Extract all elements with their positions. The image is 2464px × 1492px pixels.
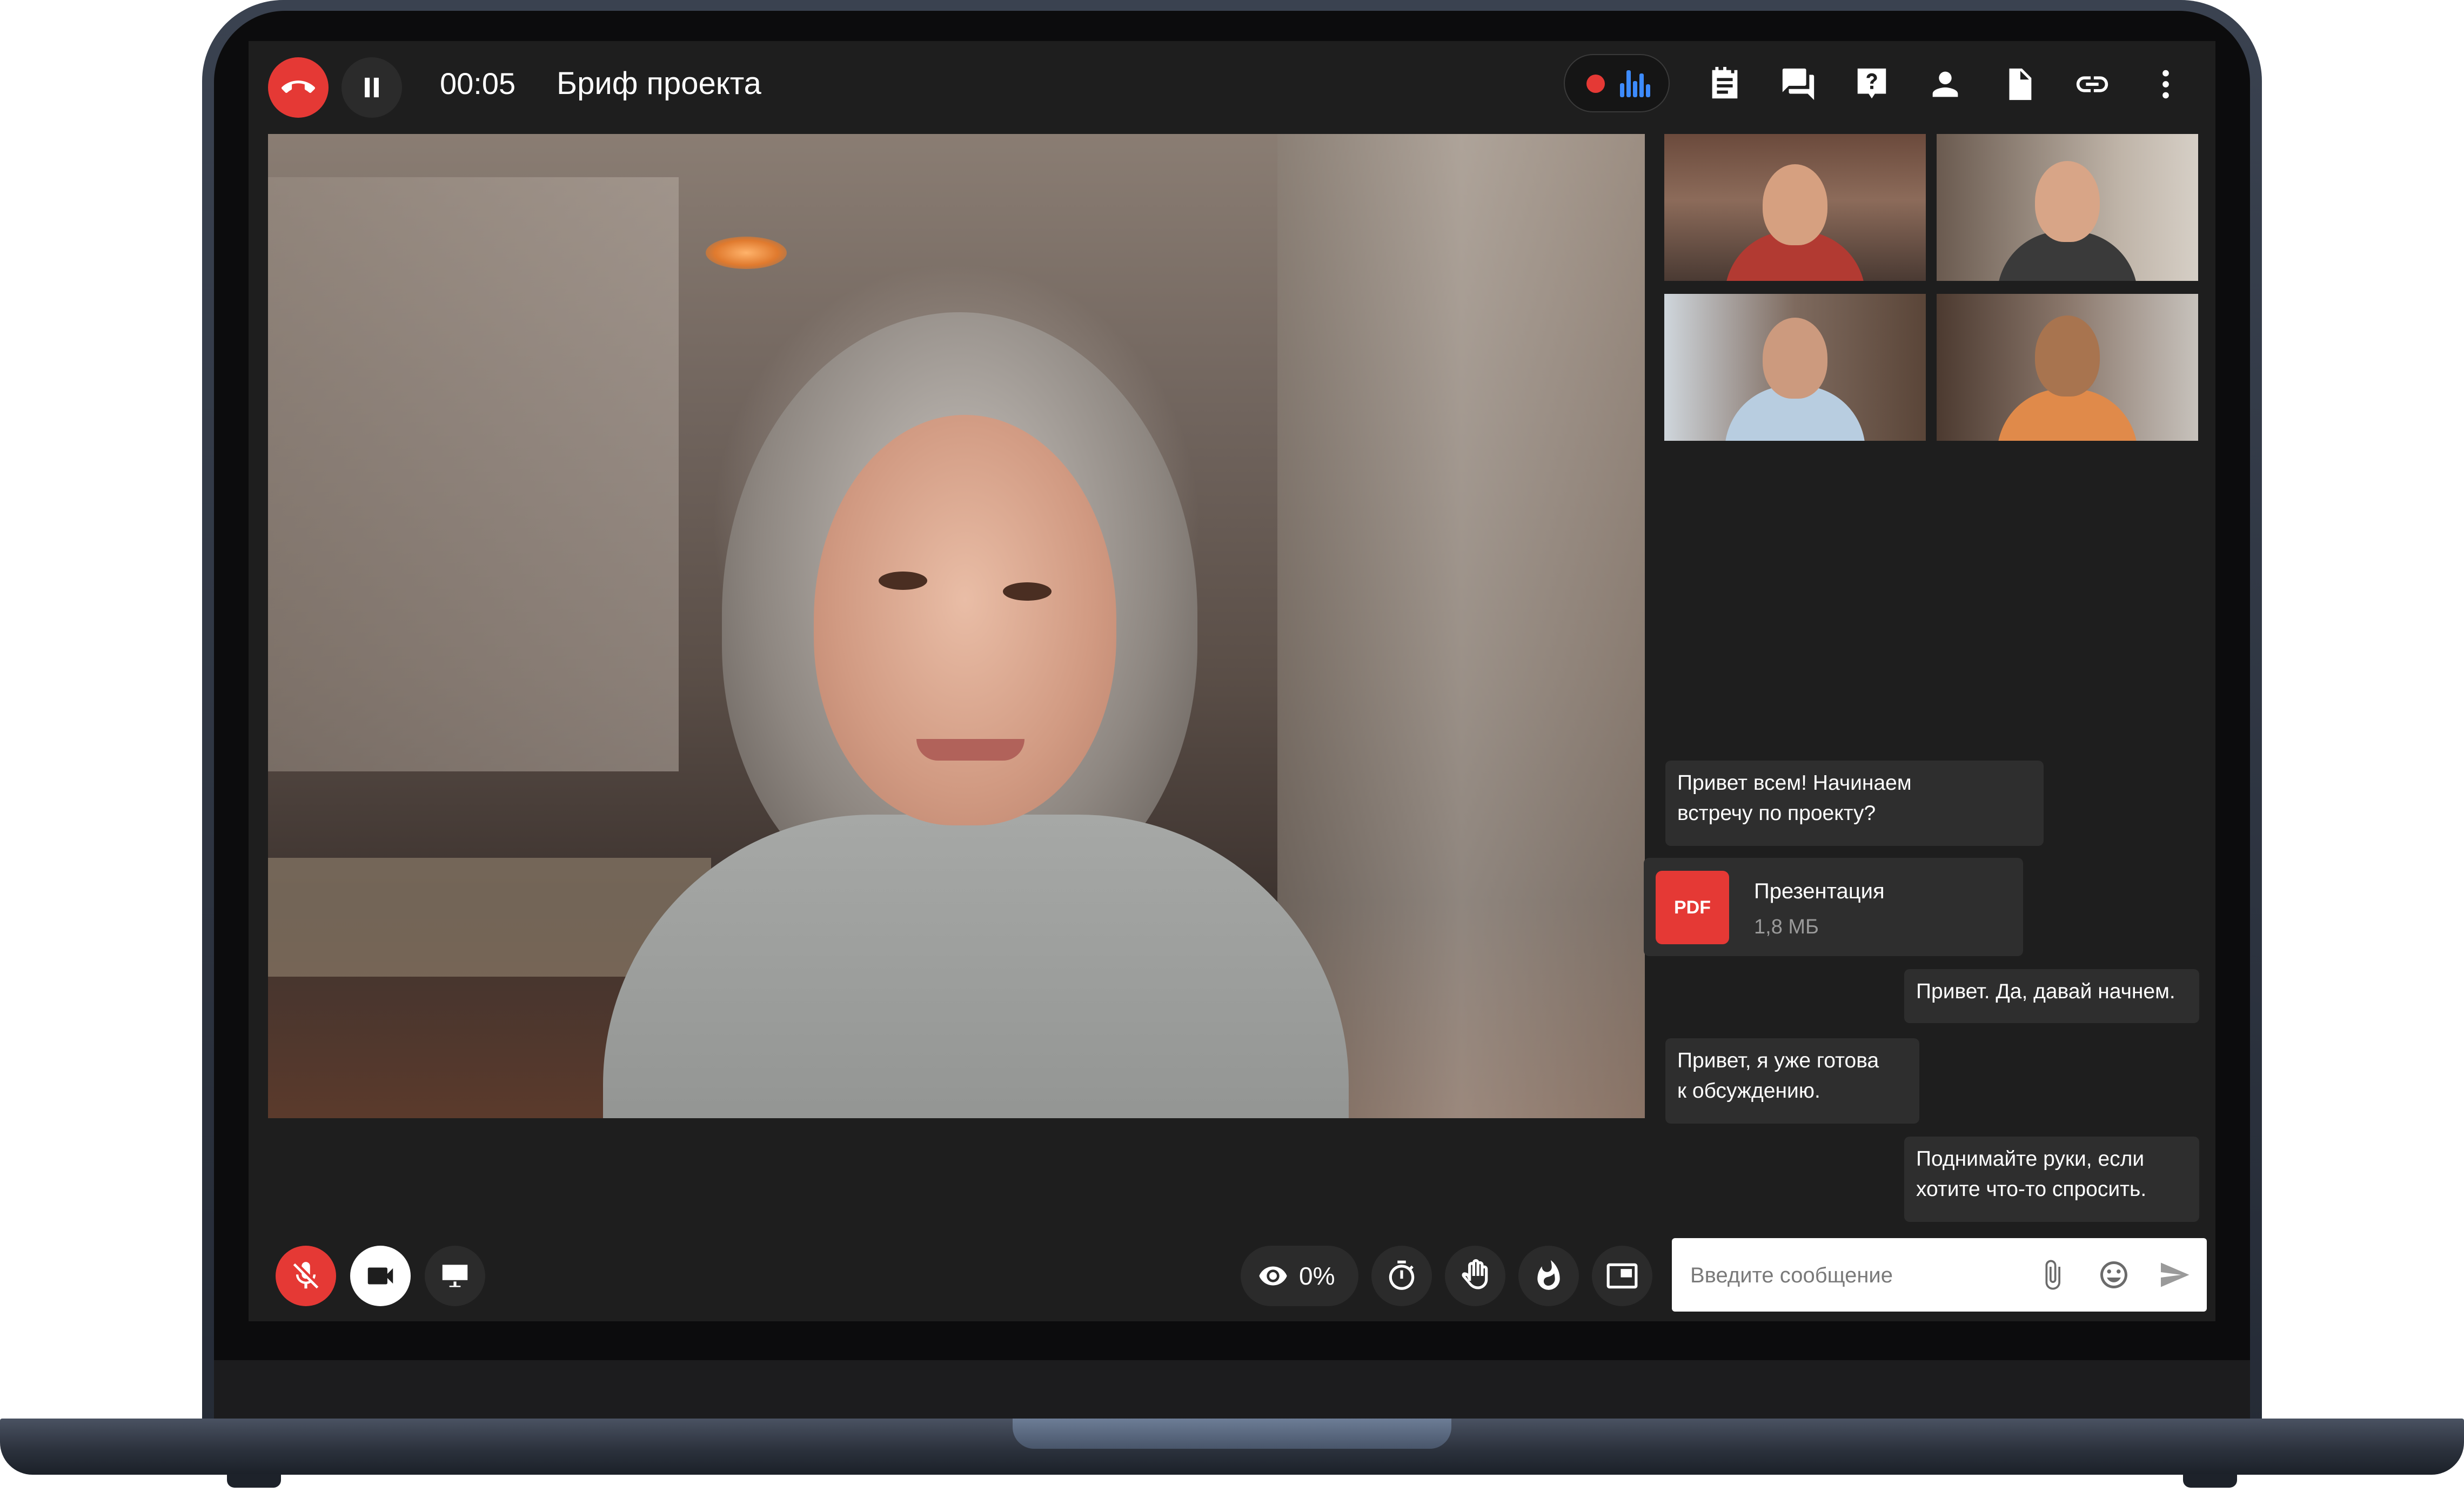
notes-icon (1712, 66, 1738, 99)
document-icon (2009, 68, 2032, 100)
end-call-icon (282, 80, 315, 93)
camera-icon (367, 1267, 393, 1285)
video-background-wall (268, 177, 679, 771)
main-speaker-video[interactable] (268, 134, 1645, 1118)
pdf-file-icon: PDF (1656, 871, 1729, 944)
participant-thumbnail[interactable] (1937, 294, 2198, 441)
viewers-counter[interactable]: 0% (1241, 1246, 1358, 1306)
documents-button[interactable] (1997, 63, 2040, 106)
laptop-hinge-notch (1013, 1419, 1451, 1449)
end-call-button[interactable] (268, 57, 329, 118)
raise-hand-button[interactable] (1445, 1246, 1505, 1306)
screen-share-button[interactable] (425, 1246, 485, 1306)
timer-button[interactable] (1371, 1246, 1432, 1306)
file-size: 1,8 МБ (1754, 916, 1819, 938)
chat-message: Привет всем! Начинаем встречу по проекту… (1665, 761, 2044, 846)
participant-thumbnail[interactable] (1664, 294, 1926, 441)
emoji-button[interactable] (2093, 1254, 2134, 1295)
picture-in-picture-button[interactable] (1592, 1246, 1652, 1306)
record-dot-icon (1586, 75, 1605, 93)
attach-button[interactable] (2032, 1254, 2073, 1295)
message-input-box[interactable] (1672, 1238, 2207, 1312)
notes-button[interactable] (1703, 63, 1746, 106)
more-options-button[interactable] (2144, 63, 2187, 106)
audio-bars-icon (1620, 70, 1650, 97)
participants-button[interactable] (1924, 63, 1967, 106)
participant-thumbnail[interactable] (1937, 134, 2198, 281)
mute-microphone-button[interactable] (276, 1246, 336, 1306)
more-icon (2162, 70, 2169, 99)
participants-icon (1932, 71, 1958, 97)
camera-button[interactable] (350, 1246, 411, 1306)
ceiling-lamp (706, 237, 787, 269)
send-button[interactable] (2154, 1254, 2195, 1295)
video-call-screen: 00:05 Бриф проекта Привет всем! Начинаем… (249, 41, 2215, 1321)
mic-off-icon (293, 1262, 319, 1289)
qa-button[interactable] (1850, 63, 1893, 106)
speaker-face (814, 415, 1116, 825)
file-name: Презентация (1754, 879, 1885, 903)
laptop-foot-right (2183, 1474, 2237, 1488)
chat-message: Привет, я уже готова к обсуждению. (1665, 1038, 1919, 1124)
participant-thumbnail[interactable] (1664, 134, 1926, 281)
question-icon (1857, 68, 1886, 99)
raise-hand-icon (1462, 1259, 1488, 1289)
send-icon (2161, 1262, 2190, 1287)
laptop-foot-left (227, 1474, 281, 1488)
speaker-eye-left (879, 572, 927, 590)
link-icon (2076, 76, 2108, 92)
laptop-chin (214, 1360, 2250, 1426)
pause-button[interactable] (342, 57, 402, 118)
eye-icon (1259, 1266, 1287, 1286)
stopwatch-icon (1389, 1260, 1415, 1290)
reaction-button[interactable] (1518, 1246, 1579, 1306)
paperclip-icon (2045, 1260, 2060, 1290)
recording-indicator[interactable] (1564, 54, 1670, 112)
chat-button[interactable] (1777, 63, 1820, 106)
chat-icon (1782, 68, 1814, 100)
fire-icon (1537, 1260, 1560, 1290)
video-background-window (1277, 134, 1645, 1118)
speaker-sweater (603, 815, 1349, 1118)
viewers-percent: 0% (1299, 1262, 1335, 1290)
message-input[interactable] (1689, 1254, 2026, 1296)
speaker-mouth (916, 739, 1025, 761)
call-title: Бриф проекта (557, 66, 761, 101)
chat-message: Привет. Да, давай начнем. (1904, 969, 2199, 1023)
emoji-icon (2100, 1261, 2127, 1288)
speaker-eye-right (1003, 582, 1052, 601)
chat-message: Поднимайте руки, если хотите что-то спро… (1904, 1137, 2199, 1222)
call-timer: 00:05 (440, 66, 516, 100)
screen-share-icon (442, 1265, 468, 1287)
copy-link-button[interactable] (2071, 63, 2114, 106)
pip-icon (1606, 1263, 1638, 1289)
pause-icon (365, 77, 379, 98)
